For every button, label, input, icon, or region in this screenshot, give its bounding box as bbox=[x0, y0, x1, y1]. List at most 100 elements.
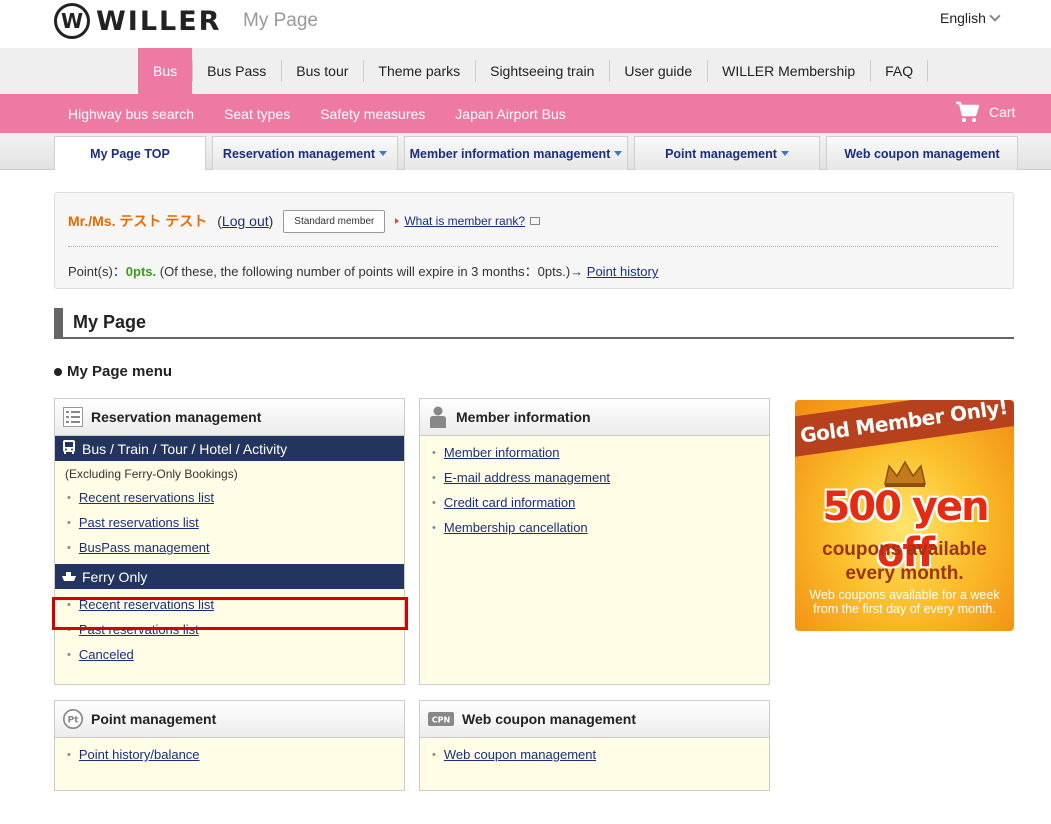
cart-button[interactable]: Cart bbox=[955, 101, 1015, 123]
tab-label: Reservation management bbox=[222, 146, 376, 161]
ferry-canceled-link[interactable]: Canceled bbox=[79, 647, 134, 662]
main-nav: Bus Bus Pass Bus tour Theme parks Sights… bbox=[0, 48, 1051, 94]
member-rank-help[interactable]: What is member rank? bbox=[395, 214, 541, 228]
arrow-right-icon bbox=[395, 218, 400, 224]
cart-label: Cart bbox=[989, 104, 1016, 120]
person-icon bbox=[428, 406, 448, 428]
nav-willer-membership[interactable]: WILLER Membership bbox=[707, 48, 870, 94]
list-item: Membership cancellation bbox=[432, 515, 769, 540]
divider bbox=[68, 246, 998, 247]
point-history-link[interactable]: Point history bbox=[587, 264, 659, 279]
nav-bus-pass[interactable]: Bus Pass bbox=[192, 48, 281, 94]
list-item: E-mail address management bbox=[432, 465, 769, 490]
bullet-icon bbox=[54, 367, 62, 376]
point-links: Point history/balance bbox=[55, 742, 404, 767]
bus-category-bar: Bus / Train / Tour / Hotel / Activity bbox=[55, 436, 404, 461]
point-panel: Pt Point management Point history/balanc… bbox=[54, 700, 405, 791]
nav-bus[interactable]: Bus bbox=[138, 48, 193, 94]
buspass-management-link[interactable]: BusPass management bbox=[79, 540, 210, 555]
bus-recent-reservations-link[interactable]: Recent reservations list bbox=[79, 490, 214, 505]
promo-footer-2: from the first day of every month. bbox=[813, 602, 996, 616]
subnav-safety-measures[interactable]: Safety measures bbox=[320, 106, 425, 122]
points-label: Point(s)： bbox=[68, 264, 126, 279]
points-value: 0pts. bbox=[125, 264, 157, 279]
bus-past-reservations-link[interactable]: Past reservations list bbox=[79, 515, 199, 530]
member-info-panel-title: Member information bbox=[456, 409, 591, 425]
menu-heading-text: My Page menu bbox=[67, 363, 173, 380]
subnav-highway-bus-search[interactable]: Highway bus search bbox=[68, 106, 194, 122]
section-title: My Page bbox=[54, 308, 1014, 339]
web-coupon-management-link[interactable]: Web coupon management bbox=[444, 747, 596, 762]
member-info-panel: Member information Member information E-… bbox=[419, 398, 770, 685]
member-rank-badge: Standard member bbox=[283, 209, 386, 233]
point-panel-header: Pt Point management bbox=[55, 701, 404, 738]
ship-icon bbox=[61, 569, 77, 585]
dropdown-arrow-icon bbox=[379, 151, 388, 156]
dropdown-arrow-icon bbox=[614, 151, 623, 156]
header: W WILLER My Page English bbox=[0, 0, 1051, 48]
bus-links: Recent reservations list Past reservatio… bbox=[55, 485, 404, 560]
svg-text:CPN: CPN bbox=[432, 716, 450, 725]
member-info-links: Member information E-mail address manage… bbox=[420, 440, 769, 540]
list-item: Credit card information bbox=[432, 490, 769, 515]
menu-heading: My Page menu bbox=[54, 363, 172, 380]
list-item: Past reservations list bbox=[67, 617, 404, 642]
points-expire-text: (Of these, the following number of point… bbox=[156, 264, 587, 279]
bus-icon bbox=[61, 439, 77, 458]
ferry-past-reservations-link[interactable]: Past reservations list bbox=[79, 622, 199, 637]
email-management-link[interactable]: E-mail address management bbox=[444, 470, 610, 485]
point-history-balance-link[interactable]: Point history/balance bbox=[79, 747, 200, 762]
tab-point-management[interactable]: Point management bbox=[634, 136, 820, 170]
coupon-panel-header: CPN Web coupon management bbox=[420, 701, 769, 738]
member-summary: Mr./Ms. テスト テスト (Log out) Standard membe… bbox=[54, 192, 1014, 289]
member-rank-link[interactable]: What is member rank? bbox=[404, 214, 525, 228]
page-title: My Page bbox=[73, 312, 147, 332]
nav-theme-parks[interactable]: Theme parks bbox=[363, 48, 475, 94]
tab-member-information-management[interactable]: Member information management bbox=[404, 136, 628, 170]
membership-cancellation-link[interactable]: Membership cancellation bbox=[444, 520, 588, 535]
language-label: English bbox=[940, 10, 986, 26]
nav-faq[interactable]: FAQ bbox=[870, 48, 929, 94]
tab-label: Member information management bbox=[409, 146, 611, 161]
tab-reservation-management[interactable]: Reservation management bbox=[212, 136, 398, 170]
tab-label: My Page TOP bbox=[90, 146, 170, 161]
subnav-seat-types[interactable]: Seat types bbox=[224, 106, 290, 122]
bus-category-note: (Excluding Ferry-Only Bookings) bbox=[65, 467, 238, 481]
tab-my-page-top[interactable]: My Page TOP bbox=[54, 136, 206, 170]
subnav-japan-airport-bus[interactable]: Japan Airport Bus bbox=[455, 106, 566, 122]
list-item: Recent reservations list bbox=[67, 592, 404, 617]
reservation-panel-title: Reservation management bbox=[91, 409, 262, 425]
point-panel-title: Point management bbox=[91, 711, 217, 727]
chevron-down-icon bbox=[989, 10, 1001, 22]
member-name: Mr./Ms. テスト テスト bbox=[68, 213, 208, 229]
language-selector[interactable]: English bbox=[940, 10, 1001, 26]
list-item: Canceled bbox=[67, 642, 404, 667]
list-item: Recent reservations list bbox=[67, 485, 404, 510]
logout-paren-close: ) bbox=[268, 213, 274, 229]
promo-footnote: Web coupons available for a week from th… bbox=[795, 588, 1014, 616]
promo-footer-1: Web coupons available for a week bbox=[809, 588, 1000, 602]
promo-ribbon: Gold Member Only! bbox=[795, 400, 1014, 458]
tab-web-coupon-management[interactable]: Web coupon management bbox=[826, 136, 1018, 170]
nav-sightseeing-train[interactable]: Sightseeing train bbox=[475, 48, 609, 94]
credit-card-link[interactable]: Credit card information bbox=[444, 495, 576, 510]
coupon-panel-title: Web coupon management bbox=[462, 711, 636, 727]
page-label: My Page bbox=[243, 10, 318, 31]
ferry-category-bar: Ferry Only bbox=[55, 564, 404, 589]
tab-label: Point management bbox=[665, 146, 777, 161]
dropdown-arrow-icon bbox=[780, 151, 789, 156]
member-information-link[interactable]: Member information bbox=[444, 445, 560, 460]
logout-wrapper: (Log out) bbox=[217, 213, 273, 229]
points-summary: Point(s)：0pts. (Of these, the following … bbox=[68, 261, 658, 280]
logout-link[interactable]: Log out bbox=[222, 213, 269, 229]
ferry-recent-reservations-link[interactable]: Recent reservations list bbox=[79, 597, 214, 612]
nav-bus-tour[interactable]: Bus tour bbox=[281, 48, 363, 94]
points-icon: Pt bbox=[63, 709, 83, 729]
logo-text: WILLER bbox=[96, 5, 222, 37]
nav-user-guide[interactable]: User guide bbox=[609, 48, 707, 94]
willer-logo[interactable]: W WILLER bbox=[54, 3, 221, 39]
promo-line-2: every month. bbox=[845, 563, 964, 584]
external-window-icon bbox=[530, 217, 541, 225]
tab-label: Web coupon management bbox=[844, 146, 1000, 161]
gold-member-promo-banner[interactable]: Gold Member Only! 500 yen off coupons av… bbox=[795, 400, 1014, 631]
